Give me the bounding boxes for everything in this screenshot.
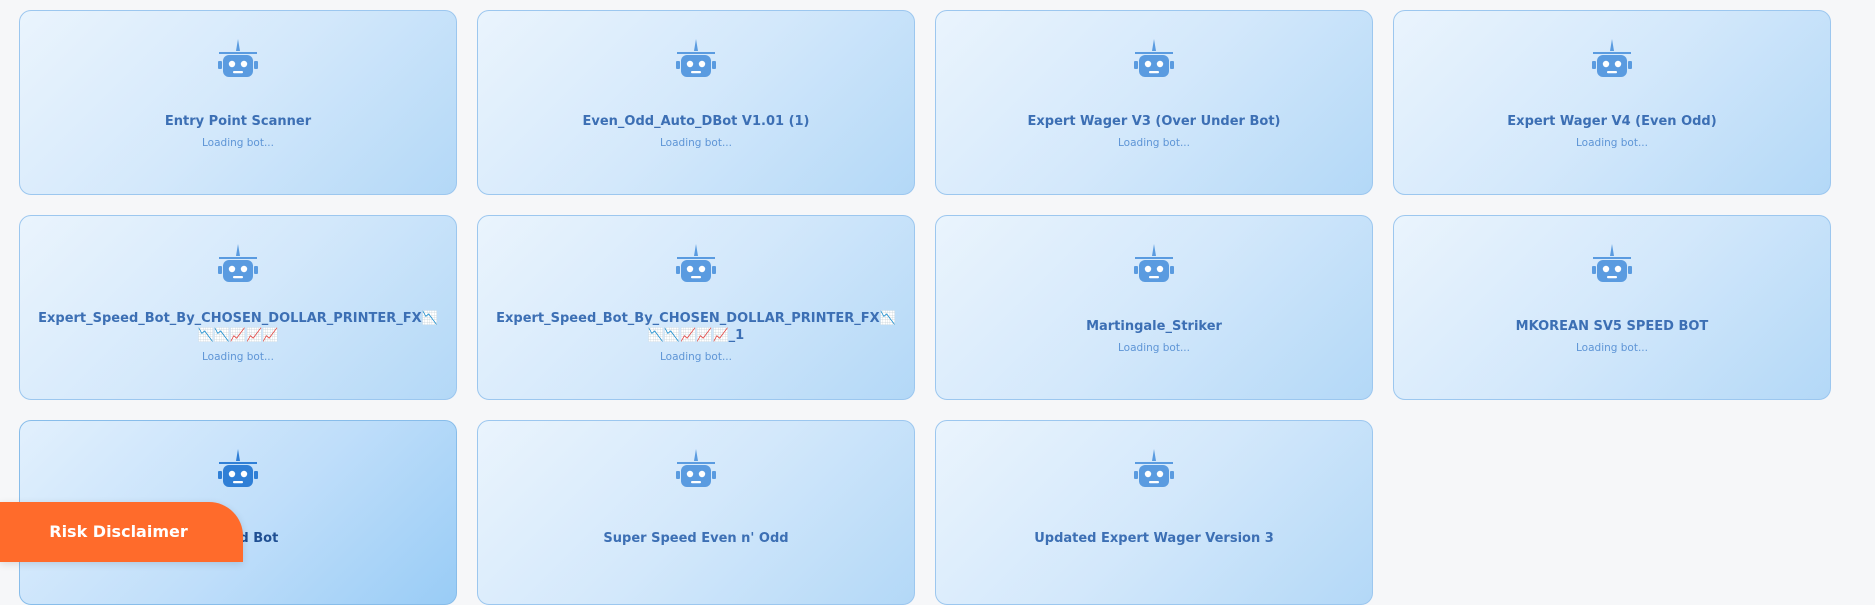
robot-icon xyxy=(216,447,260,491)
bot-name: Expert_Speed_Bot_By_CHOSEN_DOLLAR_PRINTE… xyxy=(496,310,896,343)
bot-name: Even_Odd_Auto_DBot V1.01 (1) xyxy=(582,114,810,129)
bot-status: Loading bot... xyxy=(202,137,274,149)
bot-name: Super Speed Even n' Odd xyxy=(603,531,789,546)
bot-card[interactable]: Expert Wager V3 (Over Under Bot) Loading… xyxy=(935,10,1373,195)
bot-status: Loading bot... xyxy=(660,350,732,363)
robot-icon xyxy=(674,37,718,81)
bot-card[interactable]: Updated Expert Wager Version 3 xyxy=(935,420,1373,605)
bot-card[interactable]: Expert Wager V4 (Even Odd) Loading bot..… xyxy=(1393,10,1831,195)
robot-icon xyxy=(1132,242,1176,286)
bot-card[interactable]: Entry Point Scanner Loading bot... xyxy=(19,10,457,195)
bot-card[interactable]: Martingale_Striker Loading bot... xyxy=(935,215,1373,400)
robot-icon xyxy=(674,242,718,286)
robot-icon xyxy=(1132,447,1176,491)
bot-card[interactable]: Expert_Speed_Bot_By_CHOSEN_DOLLAR_PRINTE… xyxy=(19,215,457,400)
bot-status: Loading bot... xyxy=(202,350,274,363)
bot-status: Loading bot... xyxy=(1118,342,1190,354)
bot-status: Loading bot... xyxy=(1118,137,1190,149)
bot-name: Expert_Speed_Bot_By_CHOSEN_DOLLAR_PRINTE… xyxy=(38,310,438,343)
bot-status: Loading bot... xyxy=(660,137,732,149)
robot-icon xyxy=(216,242,260,286)
bot-card[interactable]: Super Speed Even n' Odd xyxy=(477,420,915,605)
bot-name: Updated Expert Wager Version 3 xyxy=(1034,531,1274,546)
risk-disclaimer-button[interactable]: Risk Disclaimer xyxy=(0,502,243,562)
risk-disclaimer-label: Risk Disclaimer xyxy=(49,522,188,541)
robot-icon xyxy=(1590,37,1634,81)
robot-icon xyxy=(1590,242,1634,286)
bot-card[interactable]: Even_Odd_Auto_DBot V1.01 (1) Loading bot… xyxy=(477,10,915,195)
bot-name: Expert Wager V3 (Over Under Bot) xyxy=(1027,114,1281,129)
bot-name: Entry Point Scanner xyxy=(164,114,312,129)
bot-card[interactable]: Expert_Speed_Bot_By_CHOSEN_DOLLAR_PRINTE… xyxy=(477,215,915,400)
bot-status: Loading bot... xyxy=(1576,342,1648,354)
bot-grid: Entry Point Scanner Loading bot... Even_… xyxy=(19,10,1831,605)
robot-icon xyxy=(1132,37,1176,81)
bot-name: MKOREAN SV5 SPEED BOT xyxy=(1515,319,1709,334)
bot-status: Loading bot... xyxy=(1576,137,1648,149)
bot-name: Expert Wager V4 (Even Odd) xyxy=(1507,114,1717,129)
robot-icon xyxy=(674,447,718,491)
robot-icon xyxy=(216,37,260,81)
bot-card[interactable]: MKOREAN SV5 SPEED BOT Loading bot... xyxy=(1393,215,1831,400)
bot-name: Martingale_Striker xyxy=(1086,319,1222,334)
